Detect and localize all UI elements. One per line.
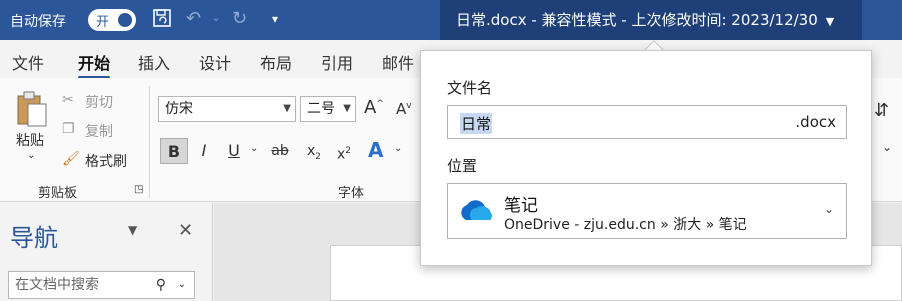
borders-icon[interactable]: ⌄ xyxy=(882,140,892,154)
group-divider xyxy=(149,86,150,198)
superscript-button[interactable]: x2 xyxy=(330,138,358,164)
tab-references[interactable]: 引用 xyxy=(321,50,353,74)
customize-qat-icon[interactable]: ▾ xyxy=(272,8,278,30)
chevron-down-icon: ▼ xyxy=(283,103,291,114)
underline-dropdown-icon[interactable]: ⌄ xyxy=(250,143,258,154)
tab-insert[interactable]: 插入 xyxy=(138,50,170,74)
location-label: 位置 xyxy=(447,157,478,175)
tab-design[interactable]: 设计 xyxy=(199,50,231,74)
clipboard-group-label: 剪贴板 xyxy=(38,186,78,201)
filename-extension: .docx xyxy=(795,113,836,131)
title-bar: 自动保存 开 ↶ ⌄ ↻ ▾ 日常.docx - 兼容性模式 - 上次修改时间:… xyxy=(0,0,902,40)
filename-input[interactable]: 日常 .docx xyxy=(447,105,847,139)
location-name: 笔记 xyxy=(504,196,538,216)
font-name-value: 仿宋 xyxy=(165,101,193,117)
underline-button[interactable]: U xyxy=(220,138,248,164)
italic-button[interactable]: I xyxy=(190,138,218,164)
location-path: OneDrive - zju.edu.cn » 浙大 » 笔记 xyxy=(504,217,747,233)
cut-icon: ✂ xyxy=(62,92,74,108)
nav-options-icon[interactable]: ▼ xyxy=(128,223,137,237)
tab-file[interactable]: 文件 xyxy=(12,50,44,74)
close-icon[interactable]: ✕ xyxy=(178,220,193,241)
nav-search-placeholder: 在文档中搜索 xyxy=(15,277,99,293)
navigation-pane: 导航 ▼ ✕ 在文档中搜索 ⚲ ⌄ xyxy=(0,203,213,301)
chevron-down-icon: ▼ xyxy=(825,15,835,28)
location-dropdown[interactable]: 笔记 OneDrive - zju.edu.cn » 浙大 » 笔记 ⌄ xyxy=(447,183,847,239)
chevron-down-icon: ⌄ xyxy=(823,202,834,216)
nav-title: 导航 xyxy=(10,224,58,252)
nav-search-input[interactable]: 在文档中搜索 ⚲ ⌄ xyxy=(8,271,195,299)
text-effects-icon[interactable]: A xyxy=(368,138,383,162)
font-size-value: 二号 xyxy=(307,101,335,117)
file-info-popup: 文件名 日常 .docx 位置 笔记 OneDrive - zju.edu.cn… xyxy=(420,50,872,266)
filename-label: 文件名 xyxy=(447,79,493,97)
paste-dropdown-icon[interactable]: ⌄ xyxy=(27,150,35,161)
redo-icon[interactable]: ↻ xyxy=(232,8,247,30)
chevron-down-icon: ▼ xyxy=(343,103,351,114)
subscript-button[interactable]: x2 xyxy=(300,138,328,164)
autosave-label: 自动保存 xyxy=(10,14,66,30)
grow-font-button[interactable]: A^ xyxy=(364,97,384,118)
strikethrough-button[interactable]: ab xyxy=(266,138,294,164)
font-group-label: 字体 xyxy=(338,186,365,201)
tab-mailings[interactable]: 邮件 xyxy=(382,50,414,74)
toggle-knob xyxy=(118,13,132,27)
filename-value: 日常 xyxy=(460,113,493,134)
undo-dropdown-icon[interactable]: ⌄ xyxy=(212,8,220,30)
cut-label[interactable]: 剪切 xyxy=(85,92,113,112)
copy-label[interactable]: 复制 xyxy=(85,121,113,141)
tab-home[interactable]: 开始 xyxy=(78,50,111,79)
document-title: 日常.docx - 兼容性模式 - 上次修改时间: 2023/12/30 xyxy=(456,11,818,29)
sort-icon[interactable]: ⇵ xyxy=(874,100,889,121)
paste-icon[interactable] xyxy=(14,90,50,134)
format-painter-label[interactable]: 格式刷 xyxy=(85,151,127,171)
tab-layout[interactable]: 布局 xyxy=(260,50,292,74)
onedrive-cloud-icon xyxy=(456,196,496,228)
chevron-down-icon[interactable]: ⌄ xyxy=(178,272,186,298)
text-effects-dropdown-icon[interactable]: ⌄ xyxy=(394,143,402,154)
autosave-state: 开 xyxy=(96,15,110,30)
shrink-font-button[interactable]: Av xyxy=(396,100,412,118)
clipboard-launcher-icon[interactable]: ◳ xyxy=(134,184,143,195)
bold-button[interactable]: B xyxy=(160,138,188,164)
search-icon[interactable]: ⚲ xyxy=(156,272,166,298)
font-size-combo[interactable]: 二号 ▼ xyxy=(300,96,356,122)
format-painter-icon: 🖌 xyxy=(62,151,80,167)
undo-icon[interactable]: ↶ xyxy=(186,8,201,30)
font-name-combo[interactable]: 仿宋 ▼ xyxy=(158,96,296,122)
autosave-toggle[interactable]: 开 xyxy=(88,9,136,31)
copy-icon: ❐ xyxy=(62,121,75,137)
paste-label[interactable]: 粘贴 xyxy=(16,130,44,150)
document-title-dropdown[interactable]: 日常.docx - 兼容性模式 - 上次修改时间: 2023/12/30 ▼ xyxy=(440,0,862,40)
save-icon[interactable] xyxy=(152,8,172,34)
